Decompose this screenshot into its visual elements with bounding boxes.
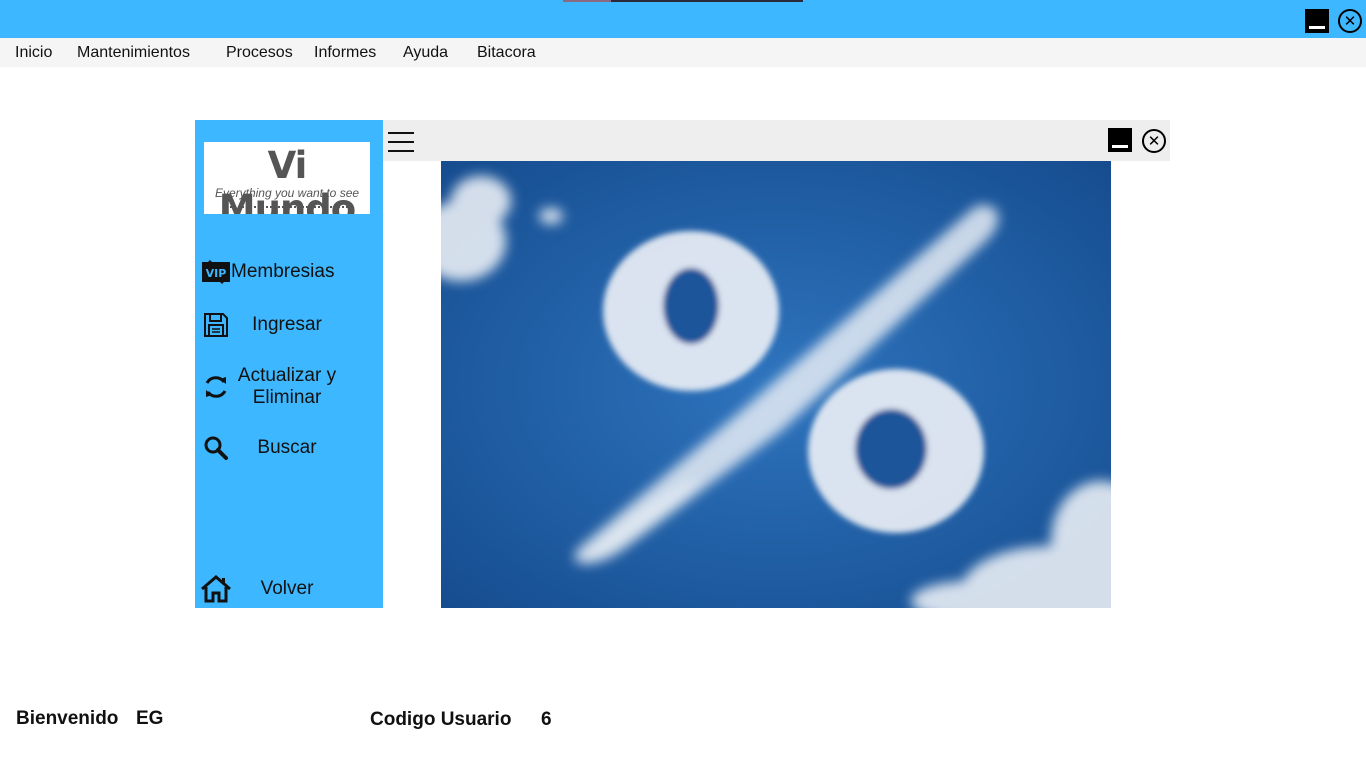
- menu-procesos[interactable]: Procesos: [226, 44, 293, 62]
- inner-close-button[interactable]: ✕: [1142, 129, 1166, 153]
- vip-icon: VIP: [199, 257, 233, 287]
- home-icon: [199, 574, 233, 604]
- save-icon: [199, 310, 233, 340]
- user-code-value: 6: [541, 709, 552, 730]
- sidebar-item-ingresar[interactable]: Ingresar: [195, 310, 383, 340]
- welcome-label: Bienvenido: [16, 708, 119, 729]
- logo-title: Vi Mundo: [218, 144, 356, 214]
- user-code-label: Codigo Usuario: [370, 709, 512, 730]
- refresh-icon: [199, 372, 233, 402]
- logo-subtitle: Everything you want to see: [214, 186, 360, 200]
- sidebar-item-label: Volver: [260, 578, 314, 599]
- svg-text:VIP: VIP: [206, 267, 227, 280]
- sidebar: Vi Mundo Everything you want to see VIP …: [195, 120, 383, 608]
- welcome-user: EG: [136, 708, 164, 729]
- sidebar-item-label: Buscar: [257, 437, 317, 458]
- sidebar-item-buscar[interactable]: Buscar: [195, 433, 383, 463]
- inner-minimize-button[interactable]: [1108, 128, 1132, 152]
- menu-ayuda[interactable]: Ayuda: [403, 44, 448, 62]
- sidebar-item-actualizar[interactable]: Actualizar y Eliminar: [195, 364, 383, 410]
- menu-mantenimientos[interactable]: Mantenimientos: [77, 44, 190, 62]
- sidebar-item-label: Ingresar: [252, 314, 322, 335]
- menu-bitacora[interactable]: Bitacora: [477, 44, 536, 62]
- sidebar-item-label: Actualizar y Eliminar: [237, 365, 337, 408]
- sidebar-item-membresias[interactable]: VIP Membresias: [195, 257, 383, 287]
- app-title-bar: ✕: [0, 0, 1366, 38]
- menu-informes[interactable]: Informes: [314, 44, 376, 62]
- inner-window-bar: ✕: [383, 120, 1170, 161]
- logo-dots: [226, 206, 348, 208]
- title-bar-tab-strip: [563, 0, 803, 2]
- window-minimize-button[interactable]: [1305, 9, 1329, 33]
- search-icon: [199, 433, 233, 463]
- sidebar-item-volver[interactable]: Volver: [195, 574, 383, 604]
- percent-clouds-image: [441, 161, 1111, 608]
- hamburger-menu-icon[interactable]: [388, 132, 414, 152]
- menu-inicio[interactable]: Inicio: [15, 44, 52, 62]
- menu-bar: Inicio Mantenimientos Procesos Informes …: [0, 38, 1366, 67]
- logo: Vi Mundo Everything you want to see: [204, 142, 370, 214]
- window-close-button[interactable]: ✕: [1338, 9, 1362, 33]
- sidebar-item-label: Membresias: [231, 261, 335, 282]
